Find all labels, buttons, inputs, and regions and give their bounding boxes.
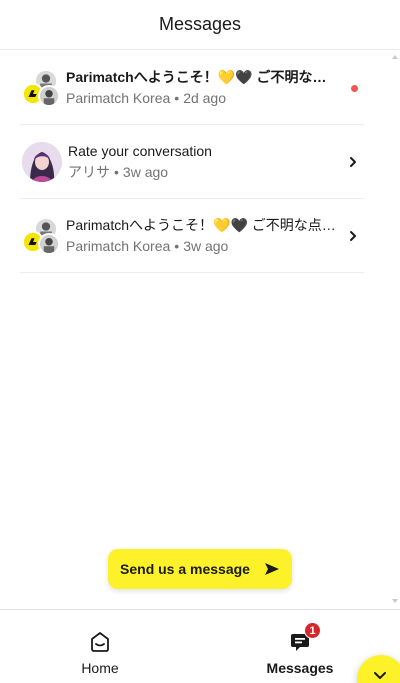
timestamp: 3w ago	[122, 164, 169, 180]
conversation-title: Parimatchへようこそ！💛🖤 ご不明な点がございましたら	[66, 217, 338, 233]
page-title: Messages	[158, 14, 242, 34]
scroll-up-icon[interactable]	[392, 55, 398, 59]
conversation-item[interactable]: Parimatchへようこそ！💛🖤 ご不明な点がございましたら Parimatc…	[20, 51, 364, 125]
timestamp: 2d ago	[183, 90, 227, 106]
meta-separator: •	[114, 164, 119, 180]
team-avatars	[22, 216, 60, 255]
send-message-label: Send us a message	[120, 561, 250, 577]
tab-messages-label: Messages	[266, 660, 334, 676]
send-message-button[interactable]: Send us a message	[108, 549, 292, 589]
avatar	[22, 141, 62, 182]
tab-home-label: Home	[81, 660, 119, 676]
bottom-nav: Home 1 Messages	[0, 609, 400, 683]
meta-separator: •	[174, 90, 180, 106]
conversation-meta: アリサ • 3w ago	[68, 163, 364, 181]
tab-home[interactable]: Home	[0, 610, 200, 683]
team-avatars	[22, 68, 60, 107]
conversation-text: Parimatchへようこそ！💛🖤 ご不明な点がございましたら Parimatc…	[66, 216, 364, 255]
scrollbar[interactable]	[390, 51, 400, 607]
scroll-down-icon[interactable]	[392, 599, 398, 603]
conversation-text: Rate your conversation アリサ • 3w ago	[68, 142, 364, 181]
chevron-right-icon	[350, 157, 356, 167]
avatar	[38, 84, 60, 107]
conversation-item[interactable]: Rate your conversation アリサ • 3w ago	[20, 125, 364, 199]
conversation-meta: Parimatch Korea • 2d ago	[66, 89, 364, 107]
conversation-text: Parimatchへようこそ！💛🖤 ご不明な点がございましたら Parimatc…	[66, 68, 364, 107]
unread-dot	[351, 85, 358, 92]
conversation-list: Parimatchへようこそ！💛🖤 ご不明な点がございましたら Parimatc…	[20, 51, 364, 273]
chevron-right-icon	[350, 231, 356, 241]
home-inbox-icon	[91, 632, 109, 652]
chevron-down-icon	[374, 672, 386, 679]
unread-badge: 1	[304, 622, 321, 639]
avatar	[38, 232, 60, 255]
conversation-title: Parimatchへようこそ！💛🖤 ご不明な点がございましたら	[66, 69, 338, 85]
sender-name: Parimatch Korea	[66, 238, 171, 254]
timestamp: 3w ago	[183, 238, 229, 254]
sender-name: Parimatch Korea	[66, 90, 171, 106]
conversation-item[interactable]: Parimatchへようこそ！💛🖤 ご不明な点がございましたら Parimatc…	[20, 199, 364, 273]
sender-name: アリサ	[68, 164, 110, 180]
header: Messages	[0, 0, 400, 50]
meta-separator: •	[174, 238, 180, 254]
conversation-title: Rate your conversation	[68, 143, 212, 159]
conversation-meta: Parimatch Korea • 3w ago	[66, 237, 364, 255]
send-icon	[264, 563, 279, 575]
